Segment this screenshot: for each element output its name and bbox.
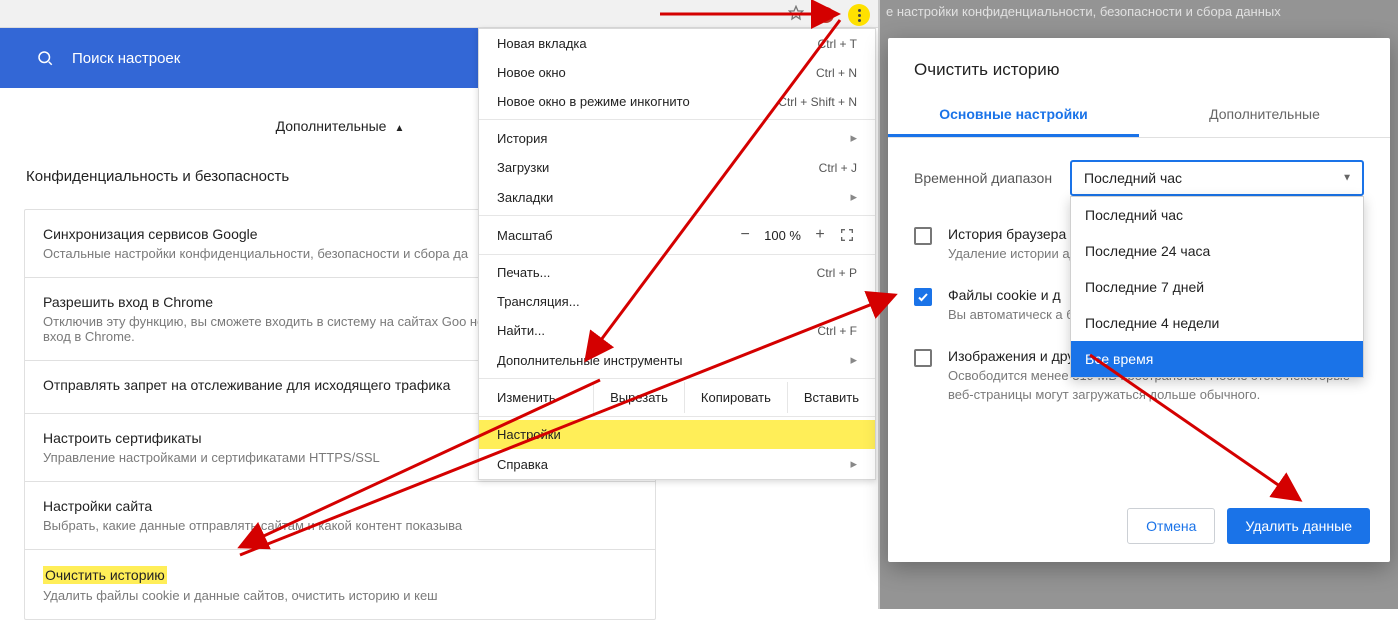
paste-button[interactable]: Вставить <box>787 382 875 413</box>
menu-bookmarks[interactable]: Закладки▸ <box>479 182 875 212</box>
menu-find[interactable]: Найти...Ctrl + F <box>479 316 875 345</box>
settings-search[interactable]: Поиск настроек <box>0 28 478 88</box>
menu-zoom: Масштаб − 100 % + <box>479 219 875 251</box>
clear-data-dialog: Очистить историю Основные настройки Допо… <box>888 38 1390 562</box>
opt-last-4w[interactable]: Последние 4 недели <box>1071 305 1363 341</box>
search-icon <box>36 49 54 67</box>
menu-incognito[interactable]: Новое окно в режиме инкогнитоCtrl + Shif… <box>479 87 875 116</box>
profile-avatar[interactable] <box>818 7 834 23</box>
chevron-right-icon: ▸ <box>850 352 857 368</box>
zoom-value: 100 % <box>764 228 801 243</box>
checkbox-icon[interactable] <box>914 349 932 367</box>
clear-data-button[interactable]: Удалить данные <box>1227 508 1370 544</box>
menu-more-tools[interactable]: Дополнительные инструменты▸ <box>479 345 875 375</box>
copy-button[interactable]: Копировать <box>684 382 787 413</box>
menu-downloads[interactable]: ЗагрузкиCtrl + J <box>479 153 875 182</box>
chrome-menu: Новая вкладкаCtrl + T Новое окноCtrl + N… <box>478 28 876 480</box>
chevron-right-icon: ▸ <box>850 189 857 205</box>
menu-print[interactable]: Печать...Ctrl + P <box>479 258 875 287</box>
fullscreen-button[interactable] <box>839 224 861 246</box>
menu-new-tab[interactable]: Новая вкладкаCtrl + T <box>479 29 875 58</box>
time-range-dropdown: Последний час Последние 24 часа Последни… <box>1070 196 1364 378</box>
menu-history[interactable]: История▸ <box>479 123 875 153</box>
range-label: Временной диапазон <box>914 170 1052 186</box>
more-menu-button[interactable] <box>848 4 870 26</box>
menu-edit-row: Изменить Вырезать Копировать Вставить <box>479 382 875 413</box>
menu-new-window[interactable]: Новое окноCtrl + N <box>479 58 875 87</box>
menu-help[interactable]: Справка▸ <box>479 449 875 479</box>
browser-toolbar <box>0 0 880 28</box>
search-placeholder: Поиск настроек <box>72 50 180 67</box>
row-site-settings[interactable]: Настройки сайта Выбрать, какие данные от… <box>25 481 655 549</box>
checkbox-checked-icon[interactable] <box>914 288 932 306</box>
checkbox-icon[interactable] <box>914 227 932 245</box>
cancel-button[interactable]: Отмена <box>1127 508 1215 544</box>
opt-last-hour[interactable]: Последний час <box>1071 197 1363 233</box>
time-range-select[interactable]: Последний час▼ <box>1070 160 1364 196</box>
dialog-title: Очистить историю <box>888 38 1390 94</box>
chevron-down-icon: ▼ <box>1342 173 1352 184</box>
chevron-right-icon: ▸ <box>850 456 857 472</box>
opt-last-7d[interactable]: Последние 7 дней <box>1071 269 1363 305</box>
chevron-right-icon: ▸ <box>850 130 857 146</box>
menu-cast[interactable]: Трансляция... <box>479 287 875 316</box>
opt-last-24h[interactable]: Последние 24 часа <box>1071 233 1363 269</box>
star-icon[interactable] <box>788 5 804 26</box>
zoom-out-button[interactable]: − <box>734 224 756 246</box>
tab-advanced[interactable]: Дополнительные <box>1139 94 1390 137</box>
tab-basic[interactable]: Основные настройки <box>888 94 1139 137</box>
zoom-in-button[interactable]: + <box>809 224 831 246</box>
cut-button[interactable]: Вырезать <box>593 382 684 413</box>
menu-settings[interactable]: Настройки <box>479 420 875 449</box>
opt-all-time[interactable]: Все время <box>1071 341 1363 377</box>
chevron-up-icon: ▲ <box>394 123 404 134</box>
